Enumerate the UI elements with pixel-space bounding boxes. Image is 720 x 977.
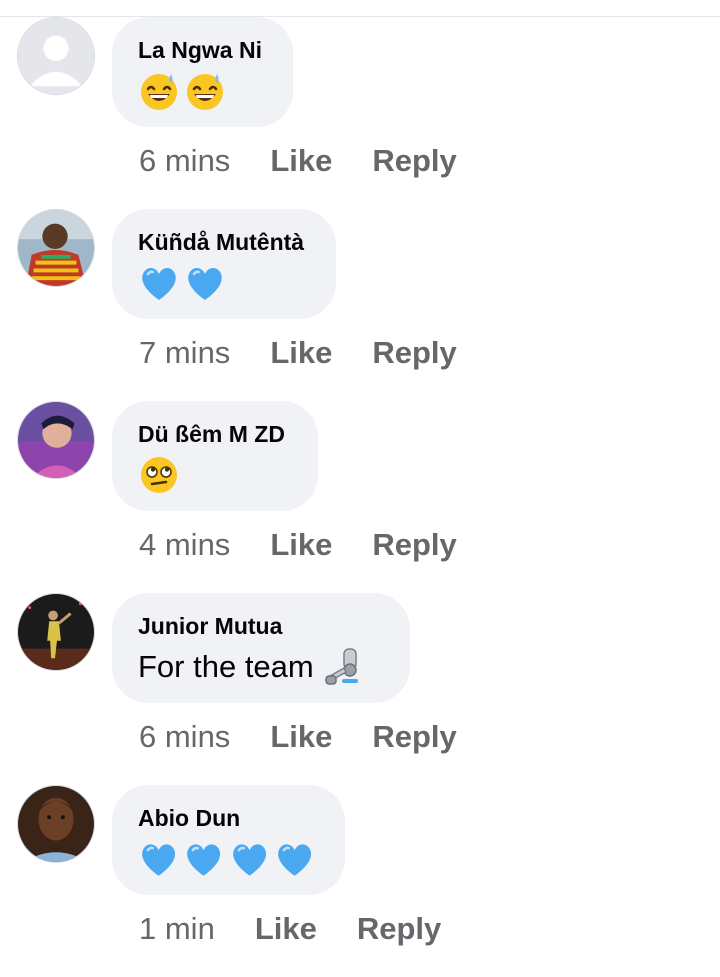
comment-item: La Ngwa Ni 6 mins Like Reply (0, 17, 720, 209)
comment-body: For the team (138, 645, 384, 689)
comment-author[interactable]: La Ngwa Ni (138, 37, 267, 63)
like-button[interactable]: Like (270, 143, 332, 179)
blue-heart-emoji-icon (274, 838, 315, 880)
comment-item: Küñdå Mutêntà 7 mins Like Reply (0, 209, 720, 401)
like-button[interactable]: Like (255, 911, 317, 947)
comment-item: Junior Mutua For the team 6 mins Like Re… (0, 593, 720, 785)
avatar[interactable] (17, 209, 95, 287)
comment-body (138, 69, 267, 113)
comment-item: Abio Dun 1 min Like Reply (0, 785, 720, 977)
comment-text: For the team (138, 649, 314, 684)
comment-actions: 4 mins Like Reply (139, 525, 457, 565)
comment-author[interactable]: Küñdå Mutêntà (138, 229, 310, 255)
comment-author[interactable]: Dü ßêm M ZD (138, 421, 292, 447)
comment-timestamp[interactable]: 4 mins (139, 527, 230, 563)
comment-bubble: Dü ßêm M ZD (112, 401, 318, 511)
reply-button[interactable]: Reply (372, 143, 456, 179)
like-button[interactable]: Like (270, 719, 332, 755)
comment-body (138, 837, 319, 881)
blue-heart-emoji-icon (184, 262, 226, 304)
avatar[interactable] (17, 593, 95, 671)
like-button[interactable]: Like (270, 335, 332, 371)
like-button[interactable]: Like (270, 527, 332, 563)
reply-button[interactable]: Reply (357, 911, 441, 947)
grinning-sweat-emoji-icon (184, 70, 226, 112)
comment-actions: 7 mins Like Reply (139, 333, 457, 373)
grinning-sweat-emoji-icon (138, 70, 180, 112)
comment-timestamp[interactable]: 6 mins (139, 719, 230, 755)
comment-bubble: La Ngwa Ni (112, 17, 293, 127)
comment-bubble: Abio Dun (112, 785, 345, 895)
comment-body (138, 261, 310, 305)
comment-bubble: Junior Mutua For the team (112, 593, 410, 703)
comment-body (138, 453, 292, 497)
blue-heart-emoji-icon (229, 838, 270, 880)
face-rolling-eyes-emoji-icon (138, 454, 180, 496)
comment-actions: 1 min Like Reply (139, 909, 441, 949)
avatar[interactable] (17, 785, 95, 863)
default-avatar-icon[interactable] (17, 17, 95, 95)
blue-heart-emoji-icon (183, 838, 224, 880)
comment-timestamp[interactable]: 7 mins (139, 335, 230, 371)
reply-button[interactable]: Reply (372, 335, 456, 371)
blue-heart-emoji-icon (138, 838, 179, 880)
blue-heart-emoji-icon (138, 262, 180, 304)
avatar[interactable] (17, 401, 95, 479)
comment-author[interactable]: Junior Mutua (138, 613, 384, 639)
comment-item: Dü ßêm M ZD 4 mins Like Reply (0, 401, 720, 593)
comment-timestamp[interactable]: 1 min (139, 911, 215, 947)
reply-button[interactable]: Reply (372, 719, 456, 755)
comment-actions: 6 mins Like Reply (139, 717, 457, 757)
comment-actions: 6 mins Like Reply (139, 141, 457, 181)
comment-bubble: Küñdå Mutêntà (112, 209, 336, 319)
reply-button[interactable]: Reply (372, 527, 456, 563)
comment-author[interactable]: Abio Dun (138, 805, 319, 831)
mechanical-arm-emoji-icon (322, 646, 364, 688)
comment-timestamp[interactable]: 6 mins (139, 143, 230, 179)
